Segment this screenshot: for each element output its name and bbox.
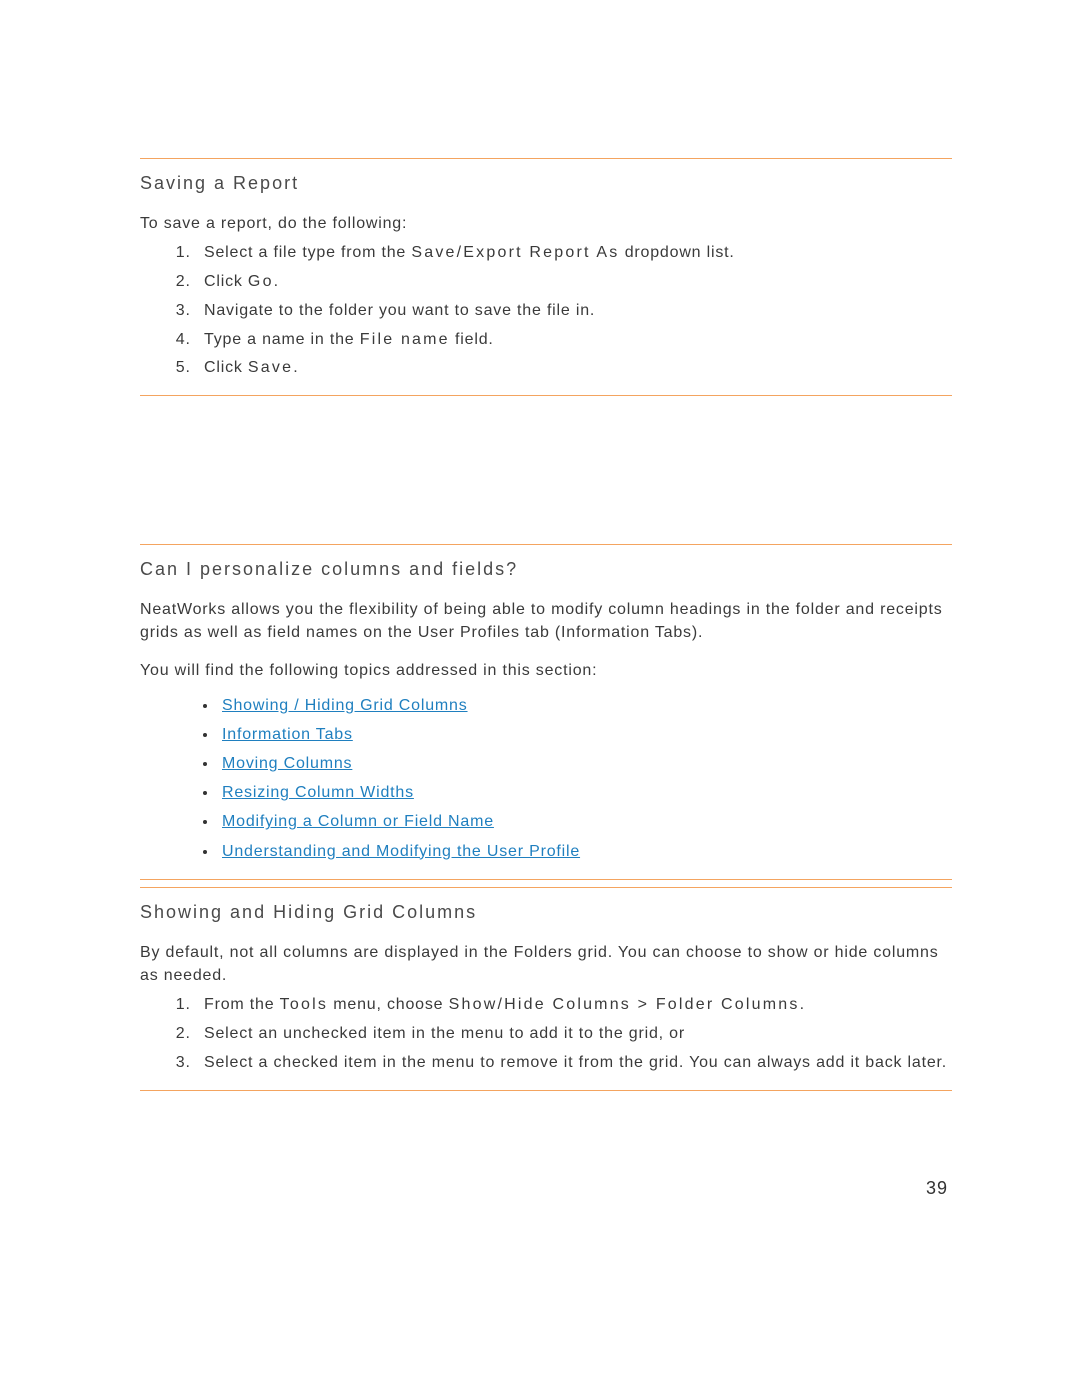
step-item: Select an unchecked item in the menu to … (196, 1022, 952, 1047)
step-text: dropdown list. (619, 244, 734, 261)
ui-term-show-hide-columns: Show/Hide Columns > Folder Columns (449, 996, 800, 1013)
step-text: Click (204, 359, 248, 376)
divider (140, 879, 952, 880)
step-item: From the Tools menu, choose Show/Hide Co… (196, 993, 952, 1018)
step-item: Select a file type from the Save/Export … (196, 241, 952, 266)
divider (140, 544, 952, 545)
step-text: Type a name in the (204, 331, 360, 348)
section-heading-personalize-columns: Can I personalize columns and fields? (140, 559, 952, 580)
list-item: Showing / Hiding Grid Columns (218, 692, 952, 719)
section-heading-showing-hiding-grid-columns: Showing and Hiding Grid Columns (140, 902, 952, 923)
link-information-tabs[interactable]: Information Tabs (222, 726, 353, 743)
ui-term-save-export: Save/Export Report As (411, 244, 619, 261)
divider (140, 887, 952, 888)
step-text: From the (204, 996, 280, 1013)
body-paragraph: You will find the following topics addre… (140, 659, 952, 682)
link-understanding-modifying-user-profile[interactable]: Understanding and Modifying the User Pro… (222, 843, 580, 860)
show-hide-steps: From the Tools menu, choose Show/Hide Co… (140, 993, 952, 1075)
list-item: Moving Columns (218, 750, 952, 777)
topic-link-list: Showing / Hiding Grid Columns Informatio… (140, 692, 952, 865)
step-text: Select a file type from the (204, 244, 411, 261)
link-showing-hiding-grid-columns[interactable]: Showing / Hiding Grid Columns (222, 697, 468, 714)
page-number: 39 (926, 1178, 948, 1199)
list-item: Resizing Column Widths (218, 779, 952, 806)
intro-text: To save a report, do the following: (140, 212, 952, 235)
step-text: field. (450, 331, 494, 348)
ui-term-go: Go (248, 273, 274, 290)
step-item: Type a name in the File name field. (196, 328, 952, 353)
step-item: Navigate to the folder you want to save … (196, 299, 952, 324)
step-text: . (293, 359, 298, 376)
list-item: Modifying a Column or Field Name (218, 808, 952, 835)
link-moving-columns[interactable]: Moving Columns (222, 755, 352, 772)
step-item: Click Save. (196, 356, 952, 381)
step-item: Click Go. (196, 270, 952, 295)
link-resizing-column-widths[interactable]: Resizing Column Widths (222, 784, 414, 801)
list-item: Understanding and Modifying the User Pro… (218, 838, 952, 865)
step-text: . (800, 996, 805, 1013)
step-text: . (274, 273, 279, 290)
ui-term-tools: Tools (280, 996, 328, 1013)
link-modifying-column-field-name[interactable]: Modifying a Column or Field Name (222, 813, 494, 830)
document-page: Saving a Report To save a report, do the… (0, 0, 1080, 1397)
spacer (140, 396, 952, 544)
divider (140, 1090, 952, 1091)
saving-report-steps: Select a file type from the Save/Export … (140, 241, 952, 381)
section-heading-saving-a-report: Saving a Report (140, 173, 952, 194)
step-text: menu, choose (328, 996, 449, 1013)
body-paragraph: By default, not all columns are displaye… (140, 941, 952, 987)
step-text: Click (204, 273, 248, 290)
ui-term-save: Save (248, 359, 293, 376)
ui-term-file-name: File name (360, 331, 450, 348)
body-paragraph: NeatWorks allows you the flexibility of … (140, 598, 952, 644)
divider (140, 158, 952, 159)
step-item: Select a checked item in the menu to rem… (196, 1051, 952, 1076)
list-item: Information Tabs (218, 721, 952, 748)
